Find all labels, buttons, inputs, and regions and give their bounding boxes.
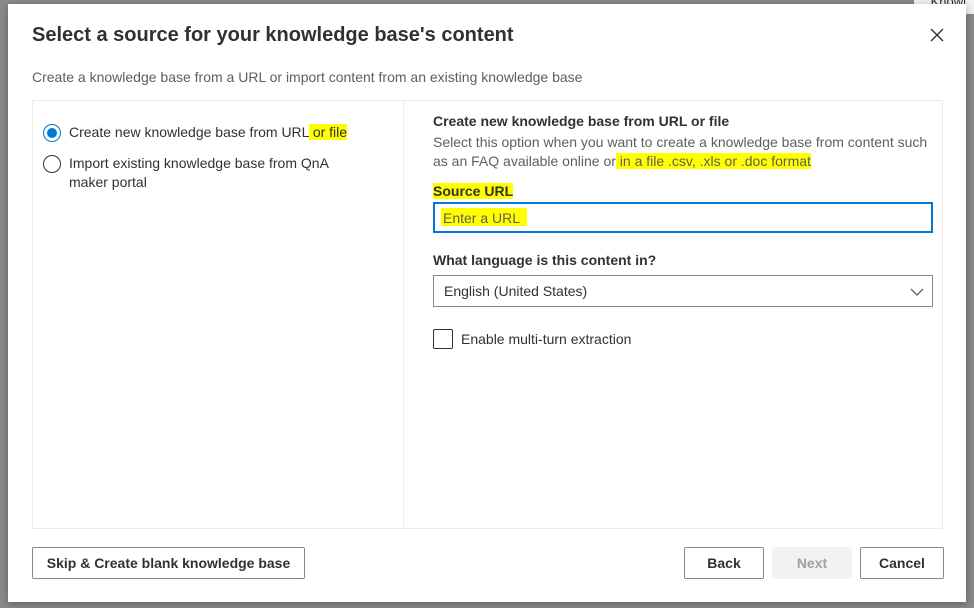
language-label: What language is this content in? [433, 252, 657, 268]
language-dropdown[interactable]: English (United States) [433, 275, 933, 307]
multi-turn-label: Enable multi-turn extraction [461, 331, 632, 347]
section-title: Create new knowledge base from URL or fi… [433, 113, 730, 129]
language-selected-value: English (United States) [444, 283, 588, 299]
dialog-title: Select a source for your knowledge base'… [32, 24, 514, 46]
next-button[interactable]: Next [772, 547, 852, 579]
radio-import-existing[interactable] [43, 155, 61, 173]
section-description: Select this option when you want to crea… [433, 134, 928, 169]
option-import-existing-label: Import existing knowledge base from QnA … [69, 155, 329, 190]
skip-create-blank-button[interactable]: Skip & Create blank knowledge base [32, 547, 305, 579]
back-button[interactable]: Back [684, 547, 764, 579]
option-create-new-label: Create new knowledge base from URL or fi… [69, 124, 348, 140]
chevron-down-icon [910, 288, 924, 296]
options-panel: Create new knowledge base from URL or fi… [32, 100, 943, 529]
option-create-new[interactable]: Create new knowledge base from URL or fi… [43, 123, 349, 142]
radio-create-new[interactable] [43, 124, 61, 142]
source-url-input[interactable] [433, 202, 933, 233]
multi-turn-option[interactable]: Enable multi-turn extraction [433, 329, 631, 349]
cancel-button[interactable]: Cancel [860, 547, 944, 579]
source-url-label: Source URL [433, 183, 514, 199]
dialog-subtitle: Create a knowledge base from a URL or im… [32, 69, 583, 85]
multi-turn-checkbox[interactable] [433, 329, 453, 349]
source-options: Create new knowledge base from URL or fi… [33, 101, 404, 528]
source-dialog: Select a source for your knowledge base'… [8, 4, 966, 602]
close-icon [930, 28, 944, 42]
close-button[interactable] [926, 24, 948, 46]
option-import-existing[interactable]: Import existing knowledge base from QnA … [43, 154, 339, 192]
